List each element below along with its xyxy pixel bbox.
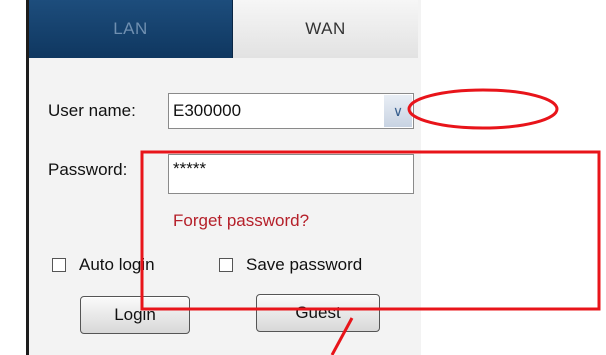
username-dropdown-button[interactable]: ∨ <box>384 95 412 127</box>
auto-login-label: Auto login <box>79 255 155 274</box>
save-password-label: Save password <box>246 255 363 274</box>
username-value: E300000 <box>173 101 242 120</box>
password-label: Password: <box>48 160 128 179</box>
tab-lan[interactable]: LAN <box>29 0 233 58</box>
password-value: ***** <box>173 159 207 178</box>
chevron-down-icon: ∨ <box>392 102 404 119</box>
username-field[interactable]: E300000 ∨ <box>168 93 414 129</box>
background-area <box>418 0 606 355</box>
auto-login-checkbox[interactable] <box>52 258 66 272</box>
password-field[interactable]: ***** <box>168 154 414 194</box>
login-button[interactable]: Login <box>80 296 190 334</box>
save-password-checkbox[interactable] <box>219 258 233 272</box>
guest-button[interactable]: Guest <box>256 294 380 332</box>
tab-wan[interactable]: WAN <box>233 0 418 58</box>
username-label: User name: <box>48 101 136 120</box>
forget-password-link[interactable]: Forget password? <box>173 211 309 231</box>
